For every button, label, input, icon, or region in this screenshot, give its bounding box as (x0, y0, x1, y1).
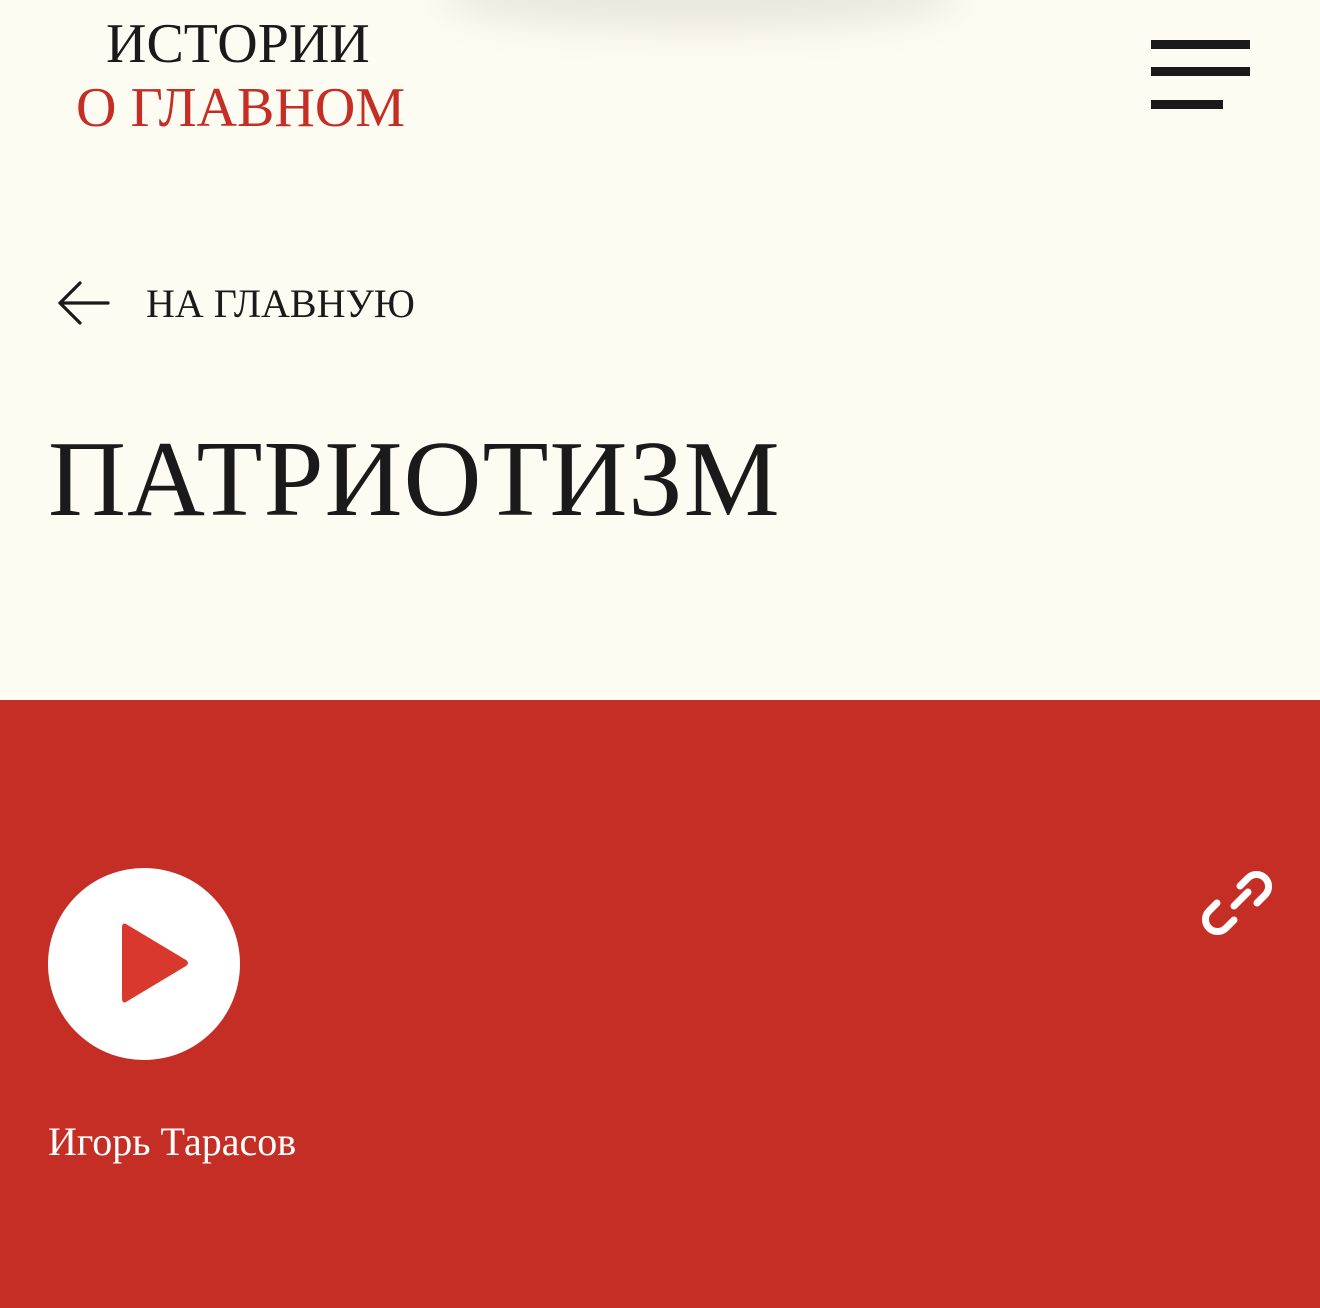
site-header: ИСТОРИИ О ГЛАВНОМ НА ГЛАВНУЮ ПАТРИОТИЗМ (0, 0, 1320, 700)
play-button[interactable] (48, 868, 240, 1060)
author-name: Игорь Тарасов (48, 1119, 297, 1164)
audio-player-section: Игорь Тарасов (0, 700, 1320, 1308)
logo-line-2: О ГЛАВНОМ (76, 77, 406, 139)
play-icon (122, 923, 188, 1003)
site-logo[interactable]: ИСТОРИИ О ГЛАВНОМ (76, 12, 405, 142)
logo-line-1: ИСТОРИИ (106, 13, 370, 75)
page-title: ПАТРИОТИЗМ (48, 420, 781, 539)
copy-link-button[interactable] (1196, 862, 1278, 944)
top-shadow (440, 0, 960, 30)
menu-button[interactable] (1148, 36, 1254, 112)
back-link-label: НА ГЛАВНУЮ (146, 281, 415, 326)
link-icon (1202, 871, 1272, 935)
arrow-left-icon (58, 281, 110, 325)
back-to-home-link[interactable]: НА ГЛАВНУЮ (56, 274, 436, 334)
